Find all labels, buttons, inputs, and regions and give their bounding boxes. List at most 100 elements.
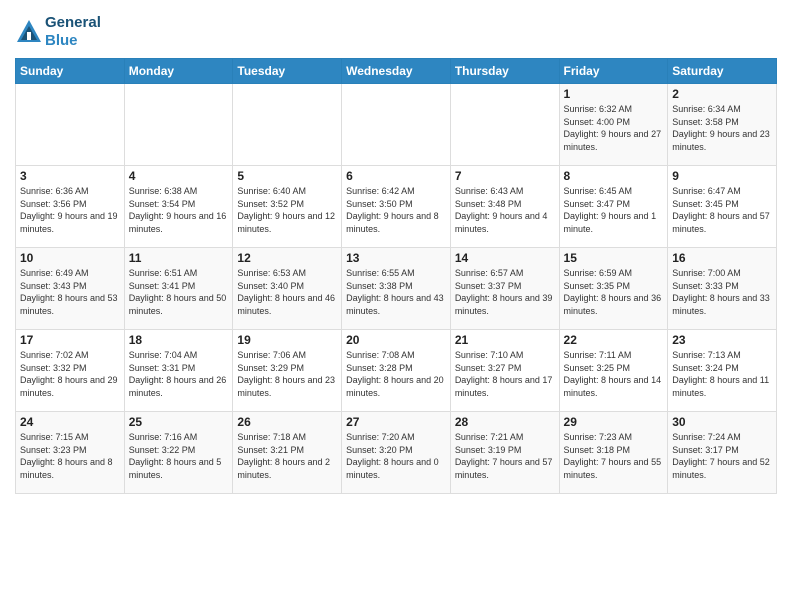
day-number: 7: [455, 169, 555, 183]
calendar-cell: 27Sunrise: 7:20 AM Sunset: 3:20 PM Dayli…: [342, 412, 451, 494]
calendar-cell: 11Sunrise: 6:51 AM Sunset: 3:41 PM Dayli…: [124, 248, 233, 330]
day-info: Sunrise: 7:16 AM Sunset: 3:22 PM Dayligh…: [129, 431, 229, 481]
day-info: Sunrise: 7:23 AM Sunset: 3:18 PM Dayligh…: [564, 431, 664, 481]
calendar-cell: 23 Sunrise: 7:13 AM Sunset: 3:24 PM Dayli…: [668, 330, 777, 412]
day-info: Sunrise: 6:43 AM Sunset: 3:48 PM Dayligh…: [455, 185, 555, 235]
day-info: Sunrise: 7:18 AM Sunset: 3:21 PM Dayligh…: [237, 431, 337, 481]
day-number: 13: [346, 251, 446, 265]
calendar-cell: 28 Sunrise: 7:21 AM Sunset: 3:19 PM Dayli…: [450, 412, 559, 494]
day-number: 12: [237, 251, 337, 265]
calendar-cell: 24 Sunrise: 7:15 AM Sunset: 3:23 PM Dayli…: [16, 412, 125, 494]
logo-icon: [15, 18, 43, 46]
calendar-cell: 21 Sunrise: 7:10 AM Sunset: 3:27 PM Dayli…: [450, 330, 559, 412]
day-info: Sunrise: 6:49 AM Sunset: 3:43 PM Dayligh…: [20, 267, 120, 317]
calendar-cell: 1 Sunrise: 6:32 AM Sunset: 4:00 PM Daylig…: [559, 84, 668, 166]
day-info: Sunrise: 7:06 AM Sunset: 3:29 PM Dayligh…: [237, 349, 337, 399]
day-number: 5: [237, 169, 337, 183]
calendar-cell: [233, 84, 342, 166]
day-info: Sunrise: 7:04 AM Sunset: 3:31 PM Dayligh…: [129, 349, 229, 399]
header: General Blue: [15, 10, 777, 50]
calendar-header-wednesday: Wednesday: [342, 59, 451, 84]
calendar-cell: 17 Sunrise: 7:02 AM Sunset: 3:32 PM Dayli…: [16, 330, 125, 412]
calendar-week-2: 10 Sunrise: 6:49 AM Sunset: 3:43 PM Dayli…: [16, 248, 777, 330]
calendar-week-4: 24 Sunrise: 7:15 AM Sunset: 3:23 PM Dayli…: [16, 412, 777, 494]
day-number: 8: [564, 169, 664, 183]
day-info: Sunrise: 7:21 AM Sunset: 3:19 PM Dayligh…: [455, 431, 555, 481]
calendar-cell: 16 Sunrise: 7:00 AM Sunset: 3:33 PM Dayli…: [668, 248, 777, 330]
calendar-week-1: 3 Sunrise: 6:36 AM Sunset: 3:56 PM Daylig…: [16, 166, 777, 248]
calendar-cell: 8 Sunrise: 6:45 AM Sunset: 3:47 PM Daylig…: [559, 166, 668, 248]
calendar-cell: 6 Sunrise: 6:42 AM Sunset: 3:50 PM Daylig…: [342, 166, 451, 248]
calendar-cell: 14 Sunrise: 6:57 AM Sunset: 3:37 PM Dayli…: [450, 248, 559, 330]
calendar-cell: 19 Sunrise: 7:06 AM Sunset: 3:29 PM Dayli…: [233, 330, 342, 412]
calendar-week-0: 1 Sunrise: 6:32 AM Sunset: 4:00 PM Daylig…: [16, 84, 777, 166]
day-number: 19: [237, 333, 337, 347]
day-number: 24: [20, 415, 120, 429]
page: General Blue SundayMondayTuesdayWednesda…: [0, 0, 792, 612]
day-info: Sunrise: 6:59 AM Sunset: 3:35 PM Dayligh…: [564, 267, 664, 317]
day-info: Sunrise: 6:42 AM Sunset: 3:50 PM Dayligh…: [346, 185, 446, 235]
day-info: Sunrise: 7:15 AM Sunset: 3:23 PM Dayligh…: [20, 431, 120, 481]
day-info: Sunrise: 7:20 AM Sunset: 3:20 PM Dayligh…: [346, 431, 446, 481]
calendar-header-friday: Friday: [559, 59, 668, 84]
day-number: 14: [455, 251, 555, 265]
day-number: 18: [129, 333, 229, 347]
calendar-cell: 2Sunrise: 6:34 AM Sunset: 3:58 PM Daylig…: [668, 84, 777, 166]
calendar-week-3: 17 Sunrise: 7:02 AM Sunset: 3:32 PM Dayli…: [16, 330, 777, 412]
day-info: Sunrise: 6:38 AM Sunset: 3:54 PM Dayligh…: [129, 185, 229, 235]
day-info: Sunrise: 6:36 AM Sunset: 3:56 PM Dayligh…: [20, 185, 120, 235]
calendar-cell: 13Sunrise: 6:55 AM Sunset: 3:38 PM Dayli…: [342, 248, 451, 330]
day-number: 1: [564, 87, 664, 101]
day-number: 21: [455, 333, 555, 347]
calendar-cell: 26Sunrise: 7:18 AM Sunset: 3:21 PM Dayli…: [233, 412, 342, 494]
day-info: Sunrise: 7:13 AM Sunset: 3:24 PM Dayligh…: [672, 349, 772, 399]
calendar-header-sunday: Sunday: [16, 59, 125, 84]
day-number: 20: [346, 333, 446, 347]
calendar-cell: 3 Sunrise: 6:36 AM Sunset: 3:56 PM Daylig…: [16, 166, 125, 248]
calendar-cell: 18 Sunrise: 7:04 AM Sunset: 3:31 PM Dayli…: [124, 330, 233, 412]
calendar-cell: [450, 84, 559, 166]
calendar-cell: 12 Sunrise: 6:53 AM Sunset: 3:40 PM Dayli…: [233, 248, 342, 330]
day-number: 29: [564, 415, 664, 429]
calendar-cell: 10 Sunrise: 6:49 AM Sunset: 3:43 PM Dayli…: [16, 248, 125, 330]
calendar-cell: 29 Sunrise: 7:23 AM Sunset: 3:18 PM Dayli…: [559, 412, 668, 494]
day-info: Sunrise: 7:08 AM Sunset: 3:28 PM Dayligh…: [346, 349, 446, 399]
day-number: 22: [564, 333, 664, 347]
day-number: 15: [564, 251, 664, 265]
calendar-cell: 25Sunrise: 7:16 AM Sunset: 3:22 PM Dayli…: [124, 412, 233, 494]
day-number: 30: [672, 415, 772, 429]
day-number: 11: [129, 251, 229, 265]
day-info: Sunrise: 6:57 AM Sunset: 3:37 PM Dayligh…: [455, 267, 555, 317]
calendar-header-row: SundayMondayTuesdayWednesdayThursdayFrid…: [16, 59, 777, 84]
day-number: 6: [346, 169, 446, 183]
calendar-cell: [16, 84, 125, 166]
day-number: 3: [20, 169, 120, 183]
day-info: Sunrise: 6:40 AM Sunset: 3:52 PM Dayligh…: [237, 185, 337, 235]
day-number: 28: [455, 415, 555, 429]
day-info: Sunrise: 6:45 AM Sunset: 3:47 PM Dayligh…: [564, 185, 664, 235]
day-number: 23: [672, 333, 772, 347]
day-number: 9: [672, 169, 772, 183]
logo-text: General Blue: [45, 14, 101, 50]
calendar-cell: 4 Sunrise: 6:38 AM Sunset: 3:54 PM Daylig…: [124, 166, 233, 248]
calendar-table: SundayMondayTuesdayWednesdayThursdayFrid…: [15, 58, 777, 494]
calendar-cell: [124, 84, 233, 166]
day-info: Sunrise: 7:10 AM Sunset: 3:27 PM Dayligh…: [455, 349, 555, 399]
day-info: Sunrise: 7:11 AM Sunset: 3:25 PM Dayligh…: [564, 349, 664, 399]
day-number: 4: [129, 169, 229, 183]
day-info: Sunrise: 7:02 AM Sunset: 3:32 PM Dayligh…: [20, 349, 120, 399]
day-number: 16: [672, 251, 772, 265]
calendar-cell: 20 Sunrise: 7:08 AM Sunset: 3:28 PM Dayli…: [342, 330, 451, 412]
calendar-header-monday: Monday: [124, 59, 233, 84]
calendar-cell: 7 Sunrise: 6:43 AM Sunset: 3:48 PM Daylig…: [450, 166, 559, 248]
calendar-cell: 15 Sunrise: 6:59 AM Sunset: 3:35 PM Dayli…: [559, 248, 668, 330]
day-info: Sunrise: 7:00 AM Sunset: 3:33 PM Dayligh…: [672, 267, 772, 317]
day-number: 17: [20, 333, 120, 347]
day-info: Sunrise: 6:53 AM Sunset: 3:40 PM Dayligh…: [237, 267, 337, 317]
day-info: Sunrise: 6:32 AM Sunset: 4:00 PM Dayligh…: [564, 103, 664, 153]
calendar-cell: 9Sunrise: 6:47 AM Sunset: 3:45 PM Daylig…: [668, 166, 777, 248]
calendar-header-thursday: Thursday: [450, 59, 559, 84]
day-number: 2: [672, 87, 772, 101]
logo: General Blue: [15, 14, 101, 50]
day-number: 10: [20, 251, 120, 265]
